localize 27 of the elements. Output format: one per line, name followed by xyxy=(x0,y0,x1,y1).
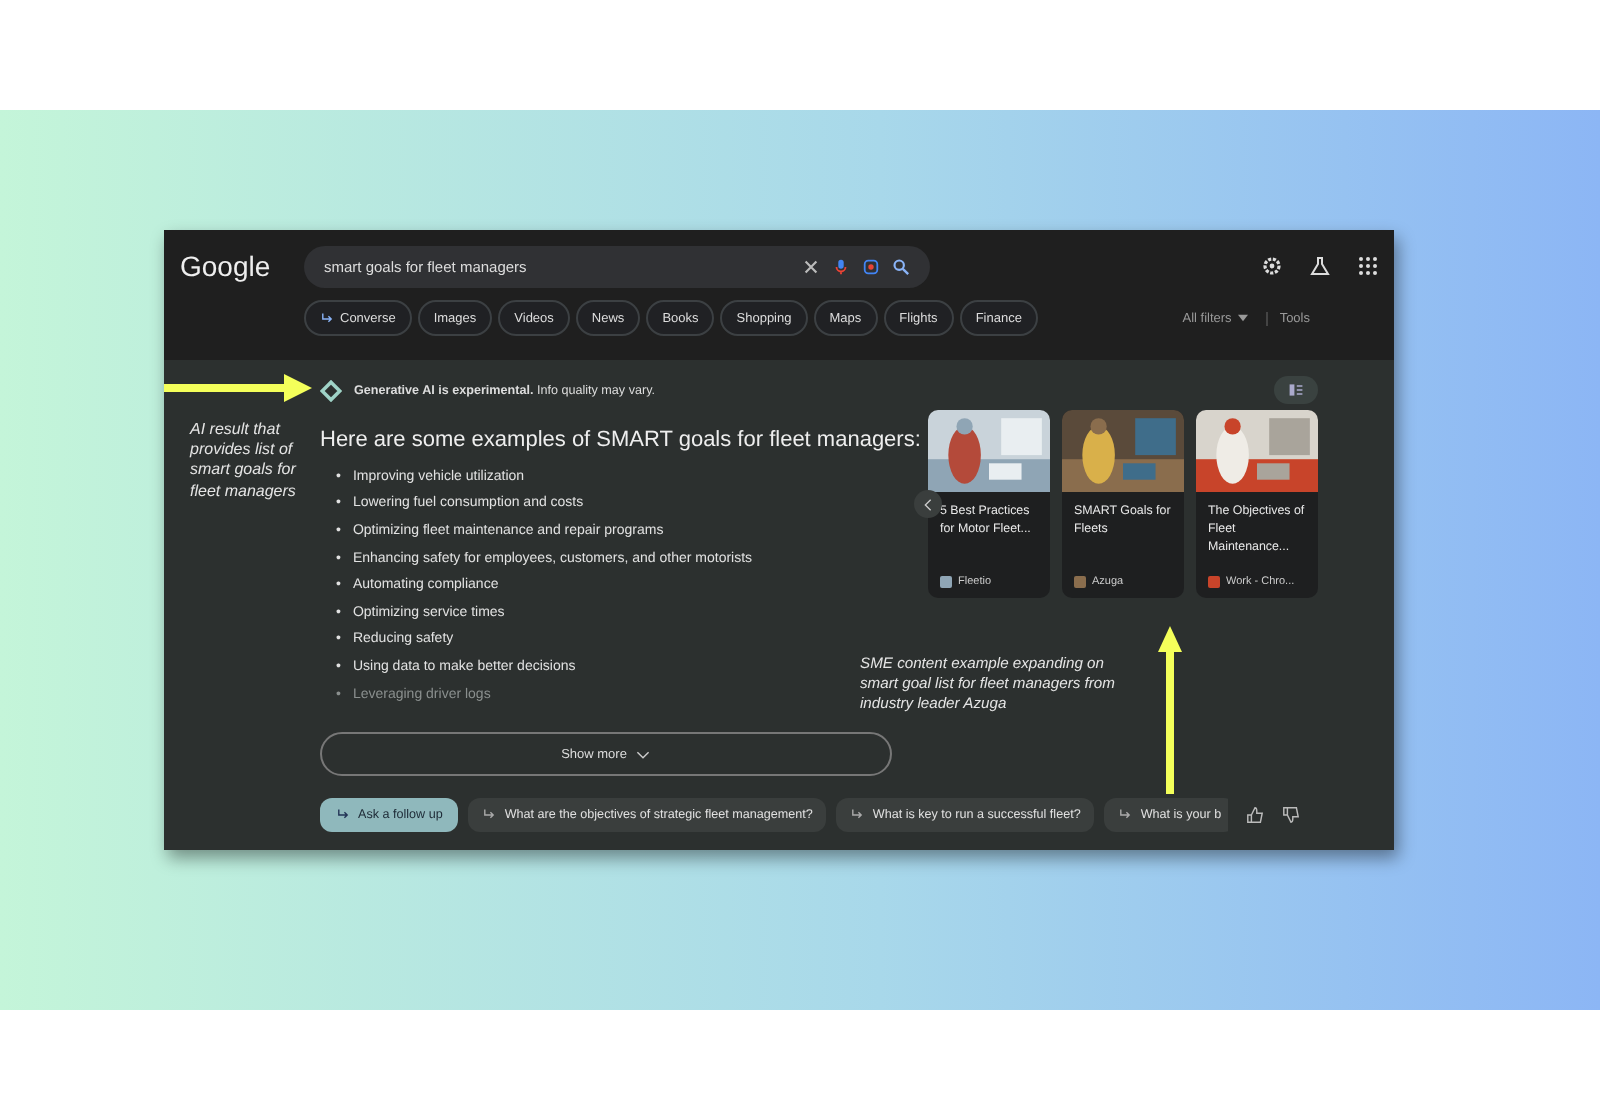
camera-icon[interactable] xyxy=(862,257,880,275)
chevron-down-icon xyxy=(636,749,651,760)
site-favicon-icon xyxy=(1208,576,1220,588)
follow-arrow-icon xyxy=(336,807,350,821)
view-toggle-button[interactable] xyxy=(1274,376,1318,404)
microphone-icon[interactable] xyxy=(832,257,850,275)
site-favicon-icon xyxy=(940,576,952,588)
close-icon[interactable] xyxy=(802,257,820,275)
thumbs-down-icon[interactable] xyxy=(1282,805,1301,823)
thumbs-up-icon[interactable] xyxy=(1246,805,1265,823)
list-view-icon xyxy=(1288,382,1304,398)
caret-icon xyxy=(1237,314,1248,322)
follow-arrow-icon xyxy=(850,807,865,821)
settings-icon[interactable] xyxy=(1262,256,1282,276)
search-icon[interactable] xyxy=(892,257,910,275)
google-logo: Google xyxy=(180,250,273,282)
flask-icon[interactable] xyxy=(1310,256,1330,276)
site-favicon-icon xyxy=(1074,576,1086,588)
answer-heading: Here are some examples of SMART goals for fleet managers: xyxy=(320,428,920,452)
follow-arrow-icon xyxy=(1118,807,1133,821)
diamond-icon xyxy=(320,380,342,402)
annotation-text: AI result that provides list of smart goals for fleet managers xyxy=(190,420,299,502)
follow-arrow-icon xyxy=(482,807,497,821)
follow-arrow-icon xyxy=(320,311,334,325)
apps-grid-icon[interactable] xyxy=(1358,256,1378,276)
previous-button[interactable] xyxy=(914,490,942,518)
chevron-left-icon xyxy=(924,497,932,511)
